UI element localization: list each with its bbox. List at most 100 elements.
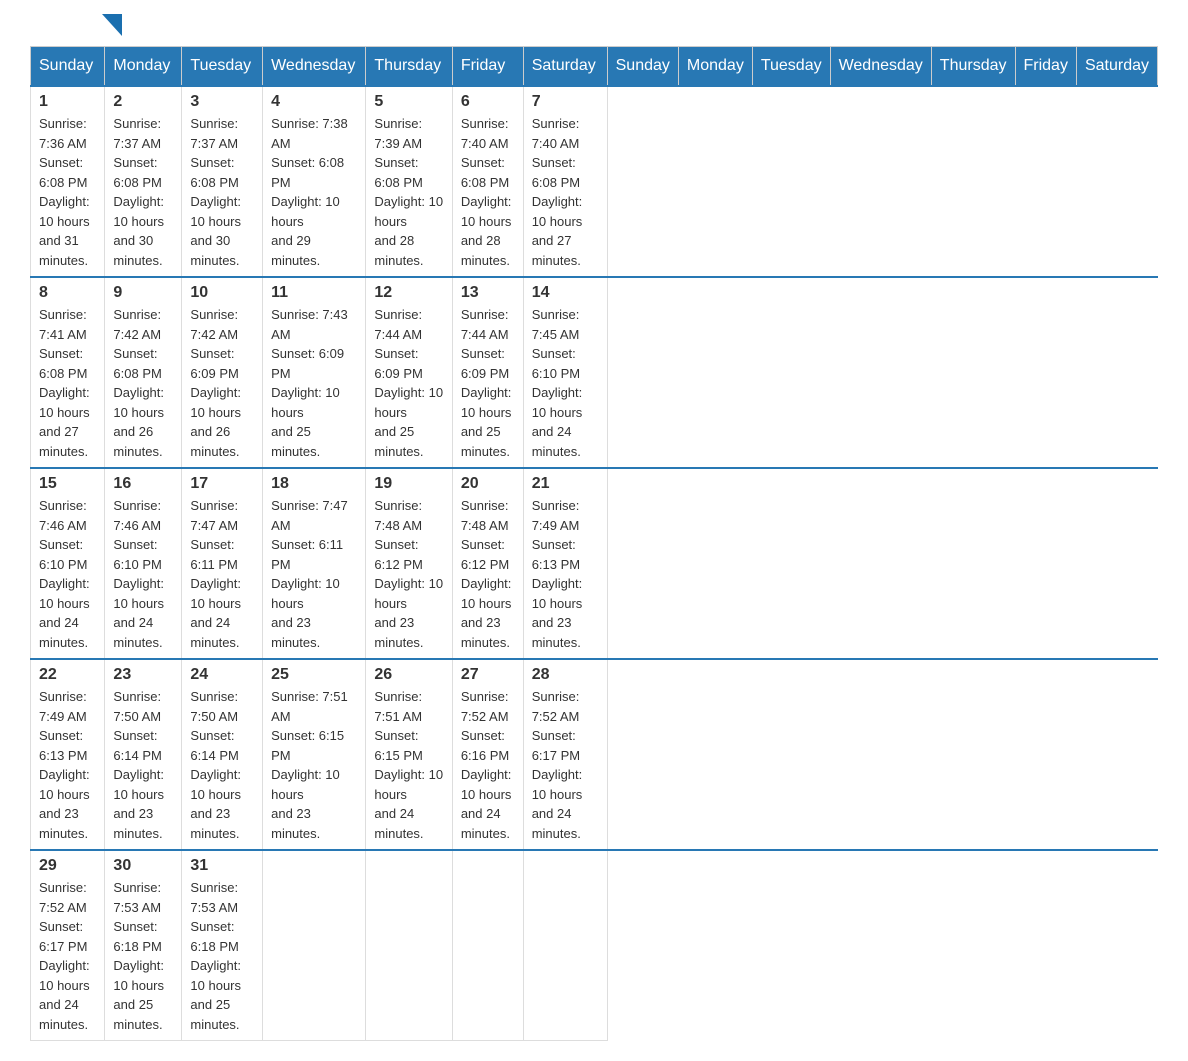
day-info: Sunrise: 7:53 AM Sunset: 6:18 PM Dayligh…	[113, 878, 173, 1034]
calendar-cell: 23 Sunrise: 7:50 AM Sunset: 6:14 PM Dayl…	[105, 659, 182, 850]
day-number: 8	[39, 284, 96, 302]
calendar-cell: 17 Sunrise: 7:47 AM Sunset: 6:11 PM Dayl…	[182, 468, 263, 659]
day-header-friday: Friday	[1015, 47, 1076, 87]
calendar-week-row: 1 Sunrise: 7:36 AM Sunset: 6:08 PM Dayli…	[31, 86, 1158, 277]
calendar-cell	[263, 850, 366, 1041]
day-number: 21	[532, 475, 599, 493]
calendar-cell: 25 Sunrise: 7:51 AM Sunset: 6:15 PM Dayl…	[263, 659, 366, 850]
day-info: Sunrise: 7:46 AM Sunset: 6:10 PM Dayligh…	[113, 496, 173, 652]
calendar-cell: 31 Sunrise: 7:53 AM Sunset: 6:18 PM Dayl…	[182, 850, 263, 1041]
calendar-cell: 21 Sunrise: 7:49 AM Sunset: 6:13 PM Dayl…	[523, 468, 607, 659]
calendar-cell: 26 Sunrise: 7:51 AM Sunset: 6:15 PM Dayl…	[366, 659, 452, 850]
day-info: Sunrise: 7:37 AM Sunset: 6:08 PM Dayligh…	[113, 114, 173, 270]
calendar-cell: 16 Sunrise: 7:46 AM Sunset: 6:10 PM Dayl…	[105, 468, 182, 659]
day-info: Sunrise: 7:52 AM Sunset: 6:16 PM Dayligh…	[461, 687, 515, 843]
calendar-cell: 7 Sunrise: 7:40 AM Sunset: 6:08 PM Dayli…	[523, 86, 607, 277]
day-number: 1	[39, 93, 96, 111]
calendar-week-row: 8 Sunrise: 7:41 AM Sunset: 6:08 PM Dayli…	[31, 277, 1158, 468]
day-header-thursday: Thursday	[931, 47, 1015, 87]
day-number: 24	[190, 666, 254, 684]
calendar-week-row: 15 Sunrise: 7:46 AM Sunset: 6:10 PM Dayl…	[31, 468, 1158, 659]
day-number: 11	[271, 284, 357, 302]
day-header-saturday: Saturday	[523, 47, 607, 87]
page-header	[30, 20, 1158, 36]
day-number: 12	[374, 284, 443, 302]
calendar-cell: 1 Sunrise: 7:36 AM Sunset: 6:08 PM Dayli…	[31, 86, 105, 277]
day-info: Sunrise: 7:41 AM Sunset: 6:08 PM Dayligh…	[39, 305, 96, 461]
day-info: Sunrise: 7:52 AM Sunset: 6:17 PM Dayligh…	[39, 878, 96, 1034]
day-number: 29	[39, 857, 96, 875]
day-header-sunday: Sunday	[31, 47, 105, 87]
day-info: Sunrise: 7:37 AM Sunset: 6:08 PM Dayligh…	[190, 114, 254, 270]
calendar-cell	[523, 850, 607, 1041]
day-info: Sunrise: 7:40 AM Sunset: 6:08 PM Dayligh…	[461, 114, 515, 270]
calendar-cell: 20 Sunrise: 7:48 AM Sunset: 6:12 PM Dayl…	[452, 468, 523, 659]
day-number: 17	[190, 475, 254, 493]
day-info: Sunrise: 7:50 AM Sunset: 6:14 PM Dayligh…	[190, 687, 254, 843]
calendar-cell: 22 Sunrise: 7:49 AM Sunset: 6:13 PM Dayl…	[31, 659, 105, 850]
day-number: 20	[461, 475, 515, 493]
day-info: Sunrise: 7:40 AM Sunset: 6:08 PM Dayligh…	[532, 114, 599, 270]
day-info: Sunrise: 7:46 AM Sunset: 6:10 PM Dayligh…	[39, 496, 96, 652]
day-number: 30	[113, 857, 173, 875]
day-info: Sunrise: 7:39 AM Sunset: 6:08 PM Dayligh…	[374, 114, 443, 270]
calendar-cell: 5 Sunrise: 7:39 AM Sunset: 6:08 PM Dayli…	[366, 86, 452, 277]
calendar-cell: 8 Sunrise: 7:41 AM Sunset: 6:08 PM Dayli…	[31, 277, 105, 468]
day-number: 5	[374, 93, 443, 111]
day-header-wednesday: Wednesday	[830, 47, 931, 87]
calendar-cell: 6 Sunrise: 7:40 AM Sunset: 6:08 PM Dayli…	[452, 86, 523, 277]
day-header-tuesday: Tuesday	[752, 47, 830, 87]
day-number: 27	[461, 666, 515, 684]
day-info: Sunrise: 7:53 AM Sunset: 6:18 PM Dayligh…	[190, 878, 254, 1034]
day-header-sunday: Sunday	[607, 47, 678, 87]
day-number: 16	[113, 475, 173, 493]
calendar-cell: 9 Sunrise: 7:42 AM Sunset: 6:08 PM Dayli…	[105, 277, 182, 468]
calendar-cell: 10 Sunrise: 7:42 AM Sunset: 6:09 PM Dayl…	[182, 277, 263, 468]
day-number: 6	[461, 93, 515, 111]
day-header-monday: Monday	[678, 47, 752, 87]
calendar-cell: 12 Sunrise: 7:44 AM Sunset: 6:09 PM Dayl…	[366, 277, 452, 468]
calendar-week-row: 29 Sunrise: 7:52 AM Sunset: 6:17 PM Dayl…	[31, 850, 1158, 1041]
day-info: Sunrise: 7:51 AM Sunset: 6:15 PM Dayligh…	[271, 687, 357, 843]
day-number: 28	[532, 666, 599, 684]
day-number: 26	[374, 666, 443, 684]
calendar-cell: 18 Sunrise: 7:47 AM Sunset: 6:11 PM Dayl…	[263, 468, 366, 659]
calendar-cell: 15 Sunrise: 7:46 AM Sunset: 6:10 PM Dayl…	[31, 468, 105, 659]
day-info: Sunrise: 7:49 AM Sunset: 6:13 PM Dayligh…	[39, 687, 96, 843]
day-header-thursday: Thursday	[366, 47, 452, 87]
day-info: Sunrise: 7:47 AM Sunset: 6:11 PM Dayligh…	[190, 496, 254, 652]
day-number: 10	[190, 284, 254, 302]
day-number: 2	[113, 93, 173, 111]
day-number: 19	[374, 475, 443, 493]
day-info: Sunrise: 7:49 AM Sunset: 6:13 PM Dayligh…	[532, 496, 599, 652]
calendar-cell: 28 Sunrise: 7:52 AM Sunset: 6:17 PM Dayl…	[523, 659, 607, 850]
day-number: 25	[271, 666, 357, 684]
day-number: 18	[271, 475, 357, 493]
calendar-cell: 3 Sunrise: 7:37 AM Sunset: 6:08 PM Dayli…	[182, 86, 263, 277]
calendar-cell: 30 Sunrise: 7:53 AM Sunset: 6:18 PM Dayl…	[105, 850, 182, 1041]
day-info: Sunrise: 7:48 AM Sunset: 6:12 PM Dayligh…	[461, 496, 515, 652]
logo-arrow	[102, 14, 122, 36]
day-header-monday: Monday	[105, 47, 182, 87]
day-number: 31	[190, 857, 254, 875]
day-info: Sunrise: 7:52 AM Sunset: 6:17 PM Dayligh…	[532, 687, 599, 843]
calendar-cell: 11 Sunrise: 7:43 AM Sunset: 6:09 PM Dayl…	[263, 277, 366, 468]
logo	[30, 20, 122, 36]
day-number: 13	[461, 284, 515, 302]
calendar-cell: 13 Sunrise: 7:44 AM Sunset: 6:09 PM Dayl…	[452, 277, 523, 468]
calendar-cell: 27 Sunrise: 7:52 AM Sunset: 6:16 PM Dayl…	[452, 659, 523, 850]
day-header-friday: Friday	[452, 47, 523, 87]
day-info: Sunrise: 7:47 AM Sunset: 6:11 PM Dayligh…	[271, 496, 357, 652]
day-number: 15	[39, 475, 96, 493]
day-number: 7	[532, 93, 599, 111]
day-info: Sunrise: 7:43 AM Sunset: 6:09 PM Dayligh…	[271, 305, 357, 461]
day-info: Sunrise: 7:45 AM Sunset: 6:10 PM Dayligh…	[532, 305, 599, 461]
day-number: 4	[271, 93, 357, 111]
calendar-cell	[452, 850, 523, 1041]
day-info: Sunrise: 7:51 AM Sunset: 6:15 PM Dayligh…	[374, 687, 443, 843]
day-number: 23	[113, 666, 173, 684]
calendar-cell	[366, 850, 452, 1041]
day-info: Sunrise: 7:50 AM Sunset: 6:14 PM Dayligh…	[113, 687, 173, 843]
day-info: Sunrise: 7:48 AM Sunset: 6:12 PM Dayligh…	[374, 496, 443, 652]
day-info: Sunrise: 7:44 AM Sunset: 6:09 PM Dayligh…	[461, 305, 515, 461]
